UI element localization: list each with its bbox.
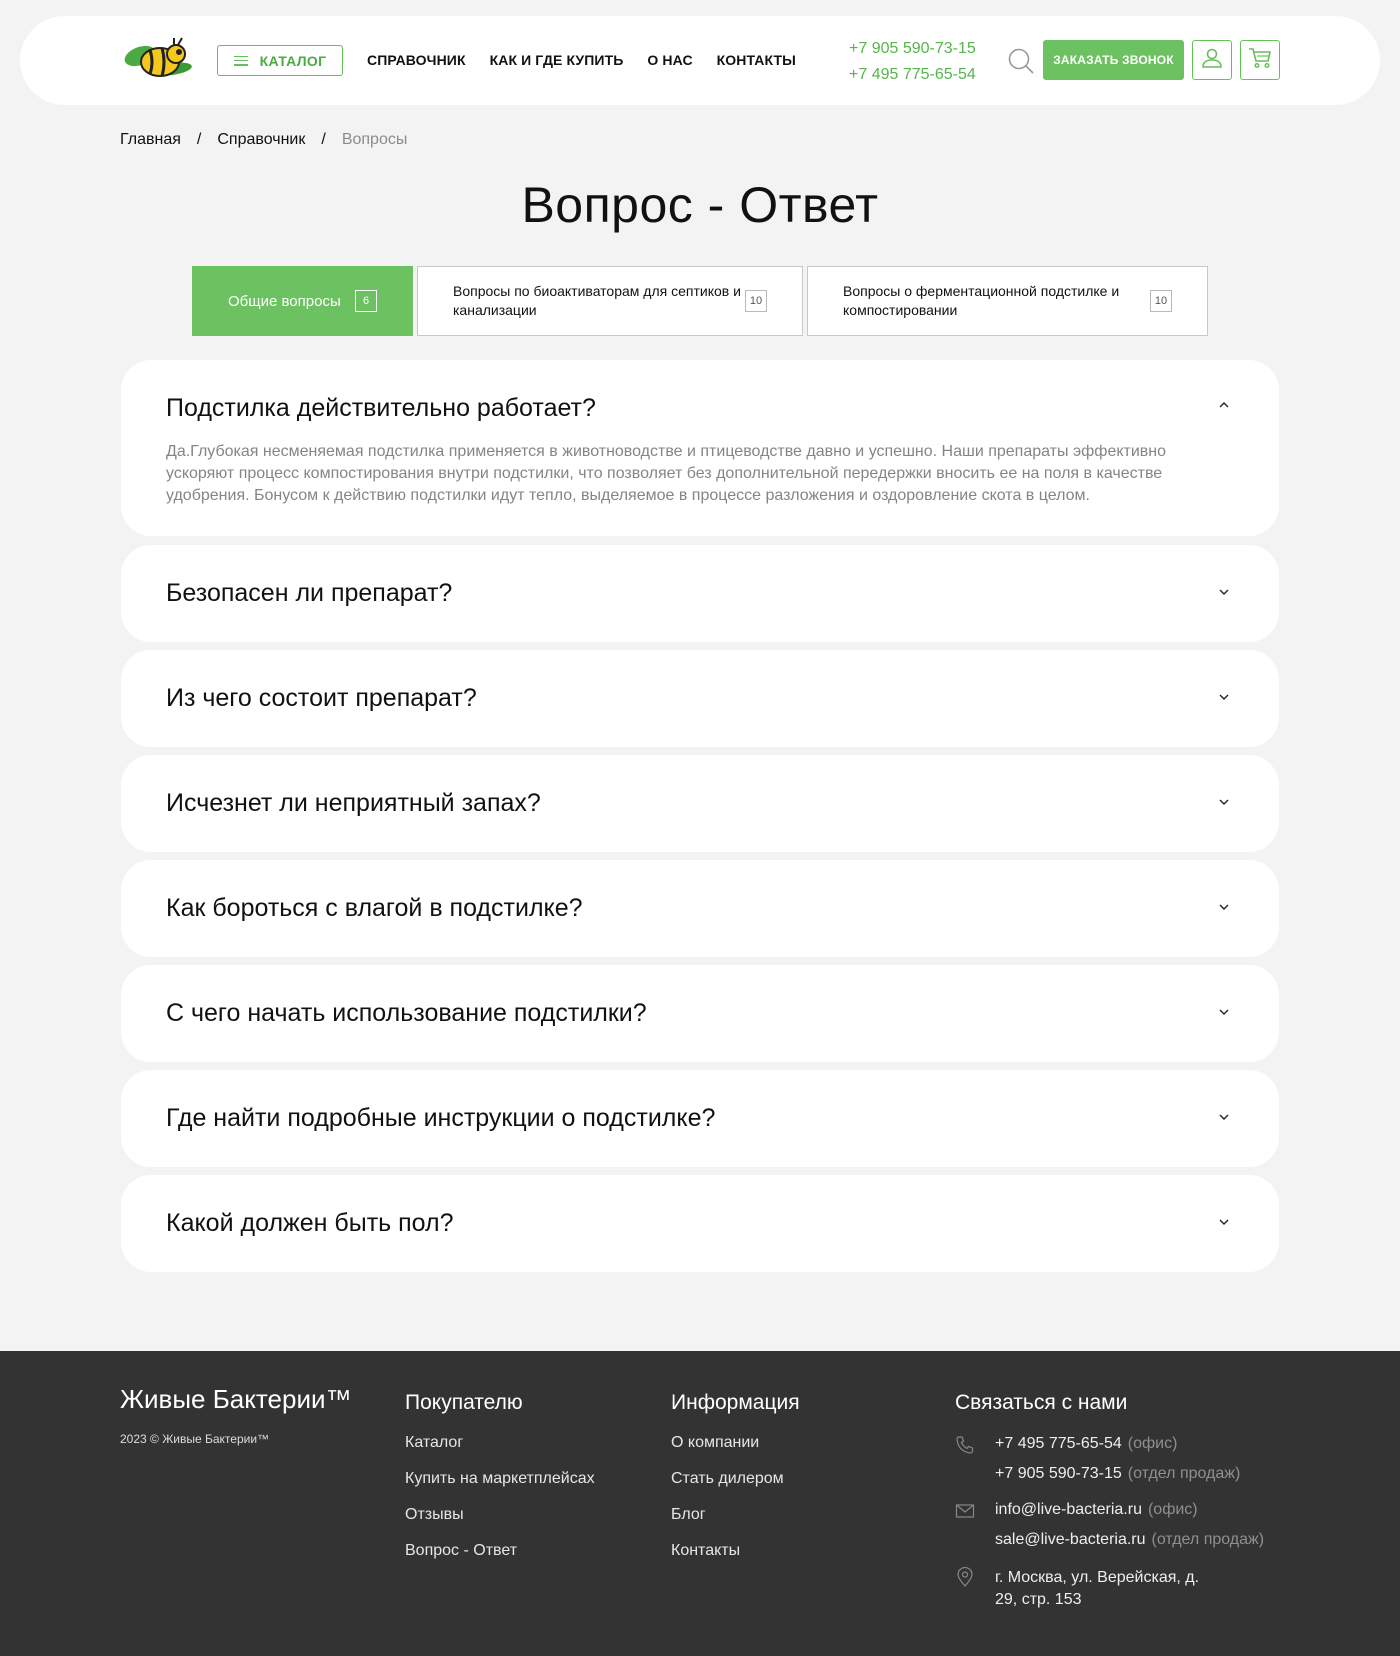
catalog-button-label: КАТАЛОГ (259, 52, 327, 69)
email-note: (офис) (1147, 1501, 1198, 1518)
phone-number: +7 905 590-73-15 (995, 1465, 1122, 1482)
header-phone-1[interactable]: +7 905 590-73-15 (849, 36, 976, 62)
breadcrumb-reference[interactable]: Справочник (217, 131, 305, 149)
faq-item[interactable]: Из чего состоит препарат? (121, 650, 1279, 747)
footer-column-title: Связаться с нами (955, 1391, 1128, 1414)
footer-address: г. Москва, ул. Верейская, д. 29, стр. 15… (995, 1567, 1199, 1611)
faq-item[interactable]: Безопасен ли препарат? (121, 545, 1279, 642)
address-line: г. Москва, ул. Верейская, д. (995, 1569, 1200, 1586)
faq-item[interactable]: Как бороться с влагой в подстилке? (121, 860, 1279, 957)
faq-question[interactable]: Подстилка действительно работает? (166, 394, 596, 423)
chevron-down-icon[interactable] (1217, 1005, 1231, 1019)
chevron-down-icon[interactable] (1217, 690, 1231, 704)
order-callback-button[interactable]: ЗАКАЗАТЬ ЗВОНОК (1043, 40, 1184, 80)
footer-column-contact: Связаться с нами +7 495 775-65-54 (офис) … (955, 1391, 1295, 1631)
faq-item[interactable]: Где найти подробные инструкции о подстил… (121, 1070, 1279, 1167)
header-phones: +7 905 590-73-15 +7 495 775-65-54 (849, 36, 976, 88)
tab-count-badge: 10 (745, 290, 767, 312)
faq-item[interactable]: С чего начать использование подстилки? (121, 965, 1279, 1062)
faq-item[interactable]: Исчезнет ли неприятный запах? (121, 755, 1279, 852)
chevron-up-icon[interactable] (1217, 398, 1231, 412)
footer-phone-office[interactable]: +7 495 775-65-54 (офис) (995, 1435, 1177, 1453)
faq-item[interactable]: Какой должен быть пол? (121, 1175, 1279, 1272)
email-address: sale@live-bacteria.ru (995, 1531, 1146, 1548)
user-icon (1201, 47, 1223, 74)
faq-question[interactable]: Какой должен быть пол? (166, 1209, 454, 1238)
tab-count-badge: 6 (355, 290, 377, 312)
faq-question[interactable]: Из чего состоит препарат? (166, 684, 477, 713)
tab-bioactivators[interactable]: Вопросы по биоактиваторам для септиков и… (417, 266, 803, 336)
location-pin-icon (955, 1566, 975, 1587)
footer-link-faq[interactable]: Вопрос - Ответ (405, 1533, 595, 1569)
tab-count-badge: 10 (1150, 290, 1172, 312)
footer-column-buyer: Покупателю Каталог Купить на маркетплейс… (405, 1391, 595, 1569)
catalog-button[interactable]: КАТАЛОГ (217, 45, 343, 76)
nav-item-reference[interactable]: СПРАВОЧНИК (367, 52, 466, 68)
faq-question[interactable]: Где найти подробные инструкции о подстил… (166, 1104, 715, 1133)
search-icon[interactable] (1007, 47, 1035, 75)
header-phone-2[interactable]: +7 495 775-65-54 (849, 62, 976, 88)
footer-link-contacts[interactable]: Контакты (671, 1533, 800, 1569)
footer-link-dealer[interactable]: Стать дилером (671, 1461, 800, 1497)
footer-email-sales[interactable]: sale@live-bacteria.ru (отдел продаж) (995, 1531, 1264, 1549)
site-header: КАТАЛОГ СПРАВОЧНИК КАК И ГДЕ КУПИТЬ О НА… (20, 16, 1380, 105)
faq-question[interactable]: С чего начать использование подстилки? (166, 999, 647, 1028)
faq-question[interactable]: Как бороться с влагой в подстилке? (166, 894, 583, 923)
tab-general-questions[interactable]: Общие вопросы 6 (192, 266, 413, 336)
footer-copyright: 2023 © Живые Бактерии™ (120, 1432, 270, 1446)
cart-button[interactable] (1240, 40, 1280, 80)
menu-icon (233, 55, 248, 66)
nav-item-contacts[interactable]: КОНТАКТЫ (717, 52, 796, 68)
footer-email-office[interactable]: info@live-bacteria.ru (офис) (995, 1501, 1198, 1519)
phone-note: (офис) (1127, 1435, 1178, 1452)
phone-note: (отдел продаж) (1127, 1465, 1241, 1482)
email-address: info@live-bacteria.ru (995, 1501, 1142, 1518)
footer-link-about[interactable]: О компании (671, 1425, 800, 1461)
main-nav: СПРАВОЧНИК КАК И ГДЕ КУПИТЬ О НАС КОНТАК… (367, 52, 796, 68)
footer-brand[interactable]: Живые Бактерии™ (120, 1384, 352, 1415)
tab-fermentation-bedding[interactable]: Вопросы о ферментационной подстилке и ко… (807, 266, 1208, 336)
breadcrumb-separator: / (321, 131, 326, 148)
faq-question[interactable]: Исчезнет ли неприятный запах? (166, 789, 541, 818)
footer-link-marketplaces[interactable]: Купить на маркетплейсах (405, 1461, 595, 1497)
footer-link-catalog[interactable]: Каталог (405, 1425, 595, 1461)
nav-item-about[interactable]: О НАС (647, 52, 692, 68)
footer-link-blog[interactable]: Блог (671, 1497, 800, 1533)
faq-item-open[interactable]: Подстилка действительно работает? Да.Глу… (121, 360, 1279, 536)
cart-icon (1248, 47, 1272, 74)
footer-column-title: Покупателю (405, 1391, 523, 1414)
footer-link-reviews[interactable]: Отзывы (405, 1497, 595, 1533)
phone-icon (955, 1435, 975, 1455)
footer-phone-sales[interactable]: +7 905 590-73-15 (отдел продаж) (995, 1465, 1240, 1483)
chevron-down-icon[interactable] (1217, 900, 1231, 914)
nav-item-how-to-buy[interactable]: КАК И ГДЕ КУПИТЬ (490, 52, 624, 68)
chevron-down-icon[interactable] (1217, 1215, 1231, 1229)
footer-column-info: Информация О компании Стать дилером Блог… (671, 1391, 800, 1569)
footer-column-title: Информация (671, 1391, 800, 1414)
site-footer: Живые Бактерии™ 2023 © Живые Бактерии™ П… (0, 1351, 1400, 1656)
breadcrumb-home[interactable]: Главная (120, 131, 181, 149)
chevron-down-icon[interactable] (1217, 795, 1231, 809)
phone-number: +7 495 775-65-54 (995, 1435, 1122, 1452)
tab-label: Вопросы о ферментационной подстилке и ко… (843, 283, 1120, 318)
faq-answer: Да.Глубокая несменяемая подстилка примен… (166, 443, 1167, 504)
breadcrumb-separator: / (196, 131, 202, 148)
chevron-down-icon[interactable] (1217, 1110, 1231, 1124)
bee-logo-icon[interactable] (120, 36, 196, 82)
chevron-down-icon[interactable] (1217, 585, 1231, 599)
tab-label: Вопросы по биоактиваторам для септиков и… (453, 283, 741, 318)
email-note: (отдел продаж) (1151, 1531, 1265, 1548)
breadcrumb-current: Вопросы (341, 131, 408, 148)
breadcrumb: Главная / Справочник / Вопросы (120, 131, 407, 149)
tab-label: Общие вопросы (228, 292, 341, 310)
address-line: 29, стр. 153 (995, 1591, 1082, 1608)
mail-icon (955, 1501, 975, 1521)
page-title: Вопрос - Ответ (521, 177, 879, 233)
faq-question[interactable]: Безопасен ли препарат? (166, 579, 452, 608)
account-button[interactable] (1192, 40, 1232, 80)
